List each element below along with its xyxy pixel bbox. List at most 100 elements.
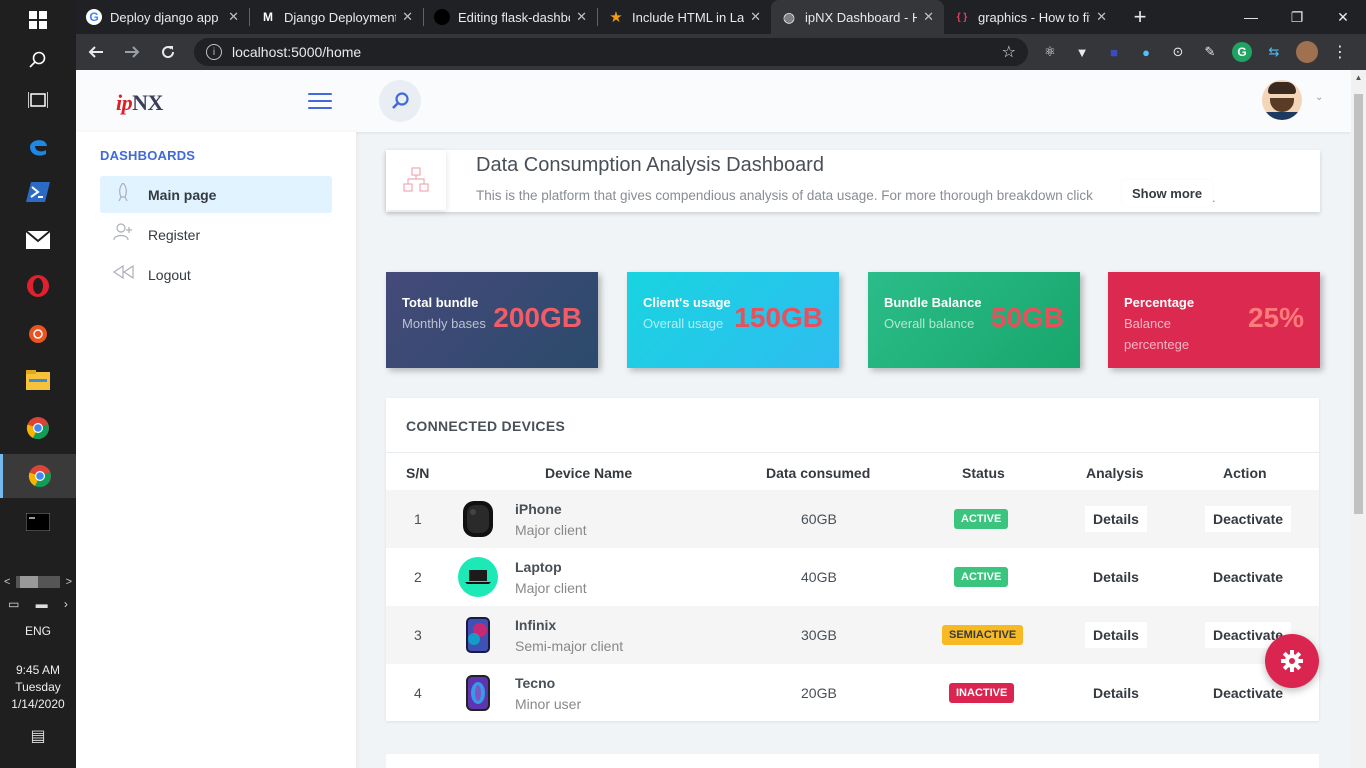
details-button[interactable]: Details [1085,680,1147,706]
opera-icon[interactable] [0,266,76,306]
show-more-button[interactable]: Show more [1122,180,1213,206]
close-icon[interactable]: ✕ [1096,9,1107,25]
sidebar-item-main-page[interactable]: Main page [100,176,332,213]
new-tab-button[interactable]: + [1123,0,1157,34]
page-scrollbar[interactable]: ▲ [1351,70,1366,768]
color-picker-icon[interactable]: ✎ [1200,42,1220,62]
chat-extension-icon[interactable]: ● [1136,42,1156,62]
sidebar-item-register[interactable]: Register [100,216,332,253]
ipnx-logo[interactable]: ipNX [116,90,163,116]
back-arrow-icon[interactable] [80,36,112,68]
sidebar-item-label: Logout [148,266,191,283]
google-favicon-icon: G [86,9,102,25]
ubuntu-icon[interactable] [0,314,76,354]
task-view-icon[interactable] [0,80,76,120]
data-consumed: 30GB [801,627,837,643]
tecno-phone-image [458,673,498,713]
url-text[interactable]: localhost:5000/home [232,44,1002,60]
device-name: Infinix [515,617,557,633]
close-icon[interactable]: ✕ [402,9,413,25]
app-header: ipNX ⌄ [76,70,1351,132]
next-card-top [386,754,1319,768]
chevron-right-icon[interactable]: > [66,576,72,588]
status-badge: ACTIVE [954,567,1009,587]
status-badge: INACTIVE [949,683,1015,703]
network-icon[interactable]: ▭ [8,597,19,611]
deactivate-button[interactable]: Deactivate [1205,506,1292,532]
hamburger-menu-icon[interactable] [308,93,332,109]
scrollbar-thumb[interactable] [1354,94,1363,514]
settings-gear-button[interactable] [1265,634,1319,688]
device-subtitle: Semi-major client [515,638,624,654]
bookmark-star-icon[interactable]: ☆ [1002,42,1016,62]
windows-taskbar: < > ▭ ▬ › ENG 9:45 AM Tuesday 1/14/2020 … [0,0,76,768]
notifications-icon[interactable]: ▤ [0,726,76,746]
browser-toolbar: i localhost:5000/home ☆ ⚛ ▼ ■ ● ⊙ ✎ G ⇆ … [76,34,1366,70]
stat-title: Client's usage [643,295,731,310]
close-window-icon[interactable]: ✕ [1320,0,1366,34]
forward-arrow-icon[interactable] [116,36,148,68]
json-viewer-icon[interactable]: ⊙ [1168,42,1188,62]
browser-tab[interactable]: M Django Deployment ( ✕ [250,0,423,34]
vue-devtools-icon[interactable]: ▼ [1072,42,1092,62]
gear-icon [1281,650,1303,672]
battery-icon[interactable]: ▬ [36,597,48,611]
connected-devices-card: CONNECTED DEVICES S/N Device Name Data c… [386,398,1319,721]
search-icon[interactable] [0,40,76,80]
scroll-up-icon[interactable]: ▲ [1351,70,1366,85]
device-name: Tecno [515,675,556,691]
user-avatar[interactable] [1262,80,1302,120]
details-button[interactable]: Details [1085,564,1147,590]
system-clock[interactable]: 9:45 AM Tuesday 1/14/2020 [0,662,76,713]
sitemap-icon [386,150,446,210]
laptop-image [458,557,498,597]
browser-tab[interactable]: G Deploy django app w ✕ [76,0,249,34]
device-subtitle: Minor user [515,696,582,712]
mail-icon[interactable] [0,220,76,260]
rocket-icon [112,182,134,206]
link-extension-icon[interactable]: ⇆ [1264,42,1284,62]
chrome-icon[interactable] [0,408,76,448]
search-button[interactable] [379,80,421,122]
react-devtools-icon[interactable]: ⚛ [1040,42,1060,62]
close-icon[interactable]: ✕ [923,9,934,25]
browser-tab[interactable]: ★ Include HTML in LaTe ✕ [598,0,771,34]
chevron-left-icon[interactable]: < [4,576,10,588]
browser-tab[interactable]: Editing flask-dashbo ✕ [424,0,597,34]
file-explorer-icon[interactable] [0,360,76,400]
edge-icon[interactable] [0,126,76,166]
chevron-down-icon[interactable]: ⌄ [1315,92,1323,103]
address-bar[interactable]: i localhost:5000/home ☆ [194,38,1028,66]
details-button[interactable]: Details [1085,506,1147,532]
row-sn: 3 [414,627,422,643]
sidebar-item-logout[interactable]: Logout [100,256,332,293]
profile-avatar-icon[interactable] [1296,41,1318,63]
page-title-card: Data Consumption Analysis Dashboard This… [386,150,1320,212]
column-header-sn: S/N [406,465,430,481]
windows-start-icon[interactable] [0,0,76,40]
browser-tab[interactable]: { } graphics - How to fit ✕ [944,0,1117,34]
browser-menu-icon[interactable]: ⋮ [1330,42,1350,62]
chrome-active-window-icon[interactable] [0,454,76,498]
browser-tab-active[interactable]: ◍ ipNX Dashboard - Ho ✕ [771,0,944,34]
minimize-icon[interactable]: — [1228,0,1274,34]
details-button[interactable]: Details [1085,622,1147,648]
star-favicon-icon: ★ [609,9,623,26]
grammarly-icon[interactable]: G [1232,42,1252,62]
deactivate-button[interactable]: Deactivate [1205,564,1292,590]
maximize-icon[interactable]: ❐ [1274,0,1320,34]
close-icon[interactable]: ✕ [576,9,587,25]
site-info-icon[interactable]: i [206,44,222,60]
language-indicator[interactable]: ENG [0,624,76,638]
stat-value: 200GB [493,302,582,333]
code-favicon-icon: { } [956,11,968,23]
close-icon[interactable]: ✕ [228,9,239,25]
chevron-right-icon[interactable]: › [64,597,68,611]
close-icon[interactable]: ✕ [750,9,761,25]
reload-icon[interactable] [152,36,184,68]
extension-dark-icon[interactable]: ■ [1104,42,1124,62]
status-badge: ACTIVE [954,509,1009,529]
terminal-icon[interactable] [0,502,76,542]
taskbar-scroller[interactable]: < > [0,574,76,590]
powershell-icon[interactable] [0,172,76,212]
